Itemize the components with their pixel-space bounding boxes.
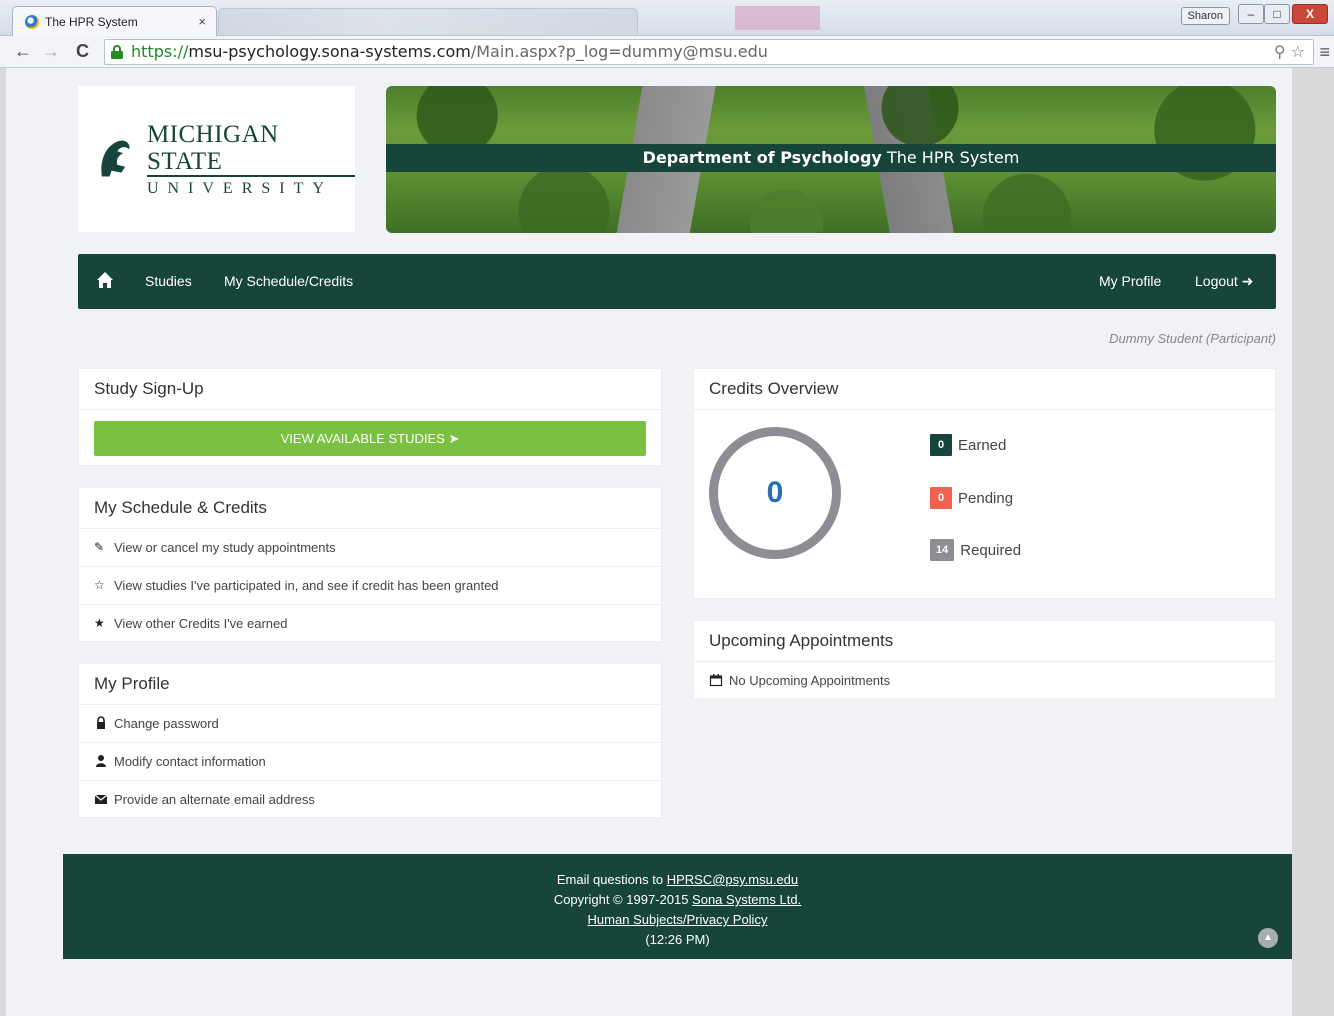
- chevron-right-circle-icon: ➤: [448, 431, 460, 446]
- calendar-icon: [709, 674, 723, 687]
- edit-icon: ✎: [94, 540, 105, 554]
- main-navbar: Studies My Schedule/Credits My Profile L…: [78, 254, 1276, 309]
- nav-logout[interactable]: Logout ➜: [1195, 273, 1253, 290]
- home-icon[interactable]: [96, 271, 114, 289]
- user-icon: [96, 755, 106, 767]
- scroll-to-top-icon[interactable]: ▲: [1258, 928, 1278, 948]
- spartan-helmet-icon: [101, 140, 130, 177]
- banner-title: Department of Psychology The HPR System: [386, 144, 1276, 172]
- footer-email-link[interactable]: HPRSC@psy.msu.edu: [667, 872, 798, 887]
- list-item[interactable]: Provide an alternate email address: [79, 781, 661, 819]
- panel-title: Upcoming Appointments: [694, 621, 1275, 662]
- empty-state: No Upcoming Appointments: [694, 662, 1275, 700]
- credits-overview-panel: Credits Overview 0 0 Earned 0 Pending 14…: [693, 368, 1276, 599]
- url-scheme: https://: [131, 42, 189, 61]
- logout-icon: ➜: [1241, 273, 1254, 289]
- credits-required: 14 Required: [930, 539, 1021, 561]
- footer-email-line: Email questions to HPRSC@psy.msu.edu: [63, 870, 1292, 890]
- bookmark-star-icon[interactable]: ☆: [1291, 42, 1305, 61]
- upcoming-appointments-panel: Upcoming Appointments No Upcoming Appoin…: [693, 620, 1276, 699]
- pending-badge: 0: [930, 487, 952, 509]
- logo-line-2: UNIVERSITY: [146, 179, 333, 197]
- list-item-label: Modify contact information: [114, 754, 266, 769]
- credits-progress-ring: 0: [709, 427, 841, 559]
- earned-badge: 0: [930, 434, 952, 456]
- panel-title: My Profile: [79, 664, 661, 705]
- window-minimize-button[interactable]: –: [1238, 4, 1264, 24]
- lock-icon: [97, 716, 105, 729]
- envelope-icon: [94, 794, 108, 804]
- list-item[interactable]: Change password: [79, 705, 661, 743]
- msu-logo[interactable]: MICHIGAN STATE UNIVERSITY: [78, 86, 355, 232]
- nav-studies[interactable]: Studies: [145, 273, 192, 289]
- list-item[interactable]: ✎ View or cancel my study appointments: [79, 529, 661, 567]
- favicon-icon: [25, 14, 39, 29]
- list-item[interactable]: ★ View other Credits I've earned: [79, 605, 661, 643]
- current-user: Dummy Student (Participant): [1109, 331, 1276, 346]
- secure-lock-icon: [111, 45, 123, 59]
- panel-title: Credits Overview: [694, 369, 1275, 410]
- logo-line-1: MICHIGAN STATE: [146, 121, 355, 177]
- credits-earned: 0 Earned: [930, 434, 1006, 456]
- browser-tab-strip: The HPR System × Sharon – □ X: [0, 0, 1334, 36]
- tab-close-icon[interactable]: ×: [198, 14, 206, 29]
- back-icon[interactable]: ←: [14, 41, 32, 62]
- logout-label: Logout: [1195, 273, 1238, 289]
- browser-tab-active[interactable]: The HPR System ×: [12, 6, 217, 36]
- required-label: Required: [960, 541, 1022, 559]
- window-maximize-button[interactable]: □: [1264, 4, 1290, 24]
- list-item[interactable]: ☆ View studies I've participated in, and…: [79, 567, 661, 605]
- banner-department: Department of Psychology: [642, 148, 882, 167]
- nav-schedule-credits[interactable]: My Schedule/Credits: [224, 273, 353, 289]
- browser-menu-icon[interactable]: ≡: [1319, 42, 1330, 63]
- footer-email-prefix: Email questions to: [556, 872, 664, 887]
- list-item[interactable]: Modify contact information: [79, 743, 661, 781]
- footer-copyright-prefix: Copyright © 1997-2015: [553, 892, 689, 907]
- page-footer: Email questions to HPRSC@psy.msu.edu Cop…: [63, 854, 1292, 959]
- credits-pending: 0 Pending: [930, 487, 1013, 509]
- forward-icon[interactable]: →: [42, 41, 60, 62]
- browser-user-button[interactable]: Sharon: [1180, 7, 1230, 25]
- schedule-credits-panel: My Schedule & Credits ✎ View or cancel m…: [78, 487, 662, 642]
- list-item-label: Provide an alternate email address: [114, 792, 315, 807]
- page-content: MICHIGAN STATE UNIVERSITY Department of …: [6, 68, 1292, 1016]
- panel-title: Study Sign-Up: [79, 369, 661, 410]
- header-banner: Department of Psychology The HPR System: [386, 86, 1276, 233]
- browser-toolbar: ← → C https://msu-psychology.sona-system…: [0, 36, 1334, 68]
- footer-policy-line: Human Subjects/Privacy Policy: [63, 910, 1292, 930]
- address-bar[interactable]: https://msu-psychology.sona-systems.com/…: [104, 39, 1314, 65]
- nav-my-profile[interactable]: My Profile: [1099, 273, 1161, 289]
- footer-time: (12:26 PM): [645, 932, 710, 947]
- pending-label: Pending: [958, 489, 1014, 507]
- earned-label: Earned: [958, 436, 1007, 454]
- footer-company-link[interactable]: Sona Systems Ltd.: [692, 892, 801, 907]
- browser-tab-inactive-2[interactable]: [735, 6, 820, 30]
- my-profile-panel: My Profile Change password Modify contac…: [78, 663, 662, 818]
- tab-title: The HPR System: [45, 14, 138, 29]
- list-item-label: View studies I've participated in, and s…: [114, 578, 499, 593]
- star-half-icon: ☆: [94, 578, 105, 592]
- reload-icon[interactable]: C: [76, 41, 89, 62]
- footer-policy-link[interactable]: Human Subjects/Privacy Policy: [588, 912, 768, 927]
- star-icon: ★: [94, 616, 105, 630]
- required-badge: 14: [930, 539, 955, 561]
- list-item-label: View other Credits I've earned: [114, 616, 288, 631]
- url-path: /Main.aspx?p_log=dummy@msu.edu: [470, 42, 768, 61]
- button-label: VIEW AVAILABLE STUDIES: [280, 431, 445, 446]
- url-host: msu-psychology.sona-systems.com: [188, 42, 471, 61]
- browser-tab-inactive[interactable]: [218, 8, 638, 34]
- panel-title: My Schedule & Credits: [79, 488, 661, 529]
- window-close-button[interactable]: X: [1292, 4, 1328, 24]
- address-bar-icons: ⚲ ☆: [1274, 40, 1305, 64]
- key-icon[interactable]: ⚲: [1274, 42, 1286, 61]
- study-signup-panel: Study Sign-Up VIEW AVAILABLE STUDIES ➤: [78, 368, 662, 466]
- banner-system-name: The HPR System: [886, 148, 1020, 167]
- empty-state-label: No Upcoming Appointments: [729, 673, 891, 688]
- view-available-studies-button[interactable]: VIEW AVAILABLE STUDIES ➤: [94, 421, 646, 456]
- credits-total: 0: [766, 476, 784, 509]
- list-item-label: Change password: [114, 716, 219, 731]
- list-item-label: View or cancel my study appointments: [114, 540, 336, 555]
- footer-copyright-line: Copyright © 1997-2015 Sona Systems Ltd.: [63, 890, 1292, 910]
